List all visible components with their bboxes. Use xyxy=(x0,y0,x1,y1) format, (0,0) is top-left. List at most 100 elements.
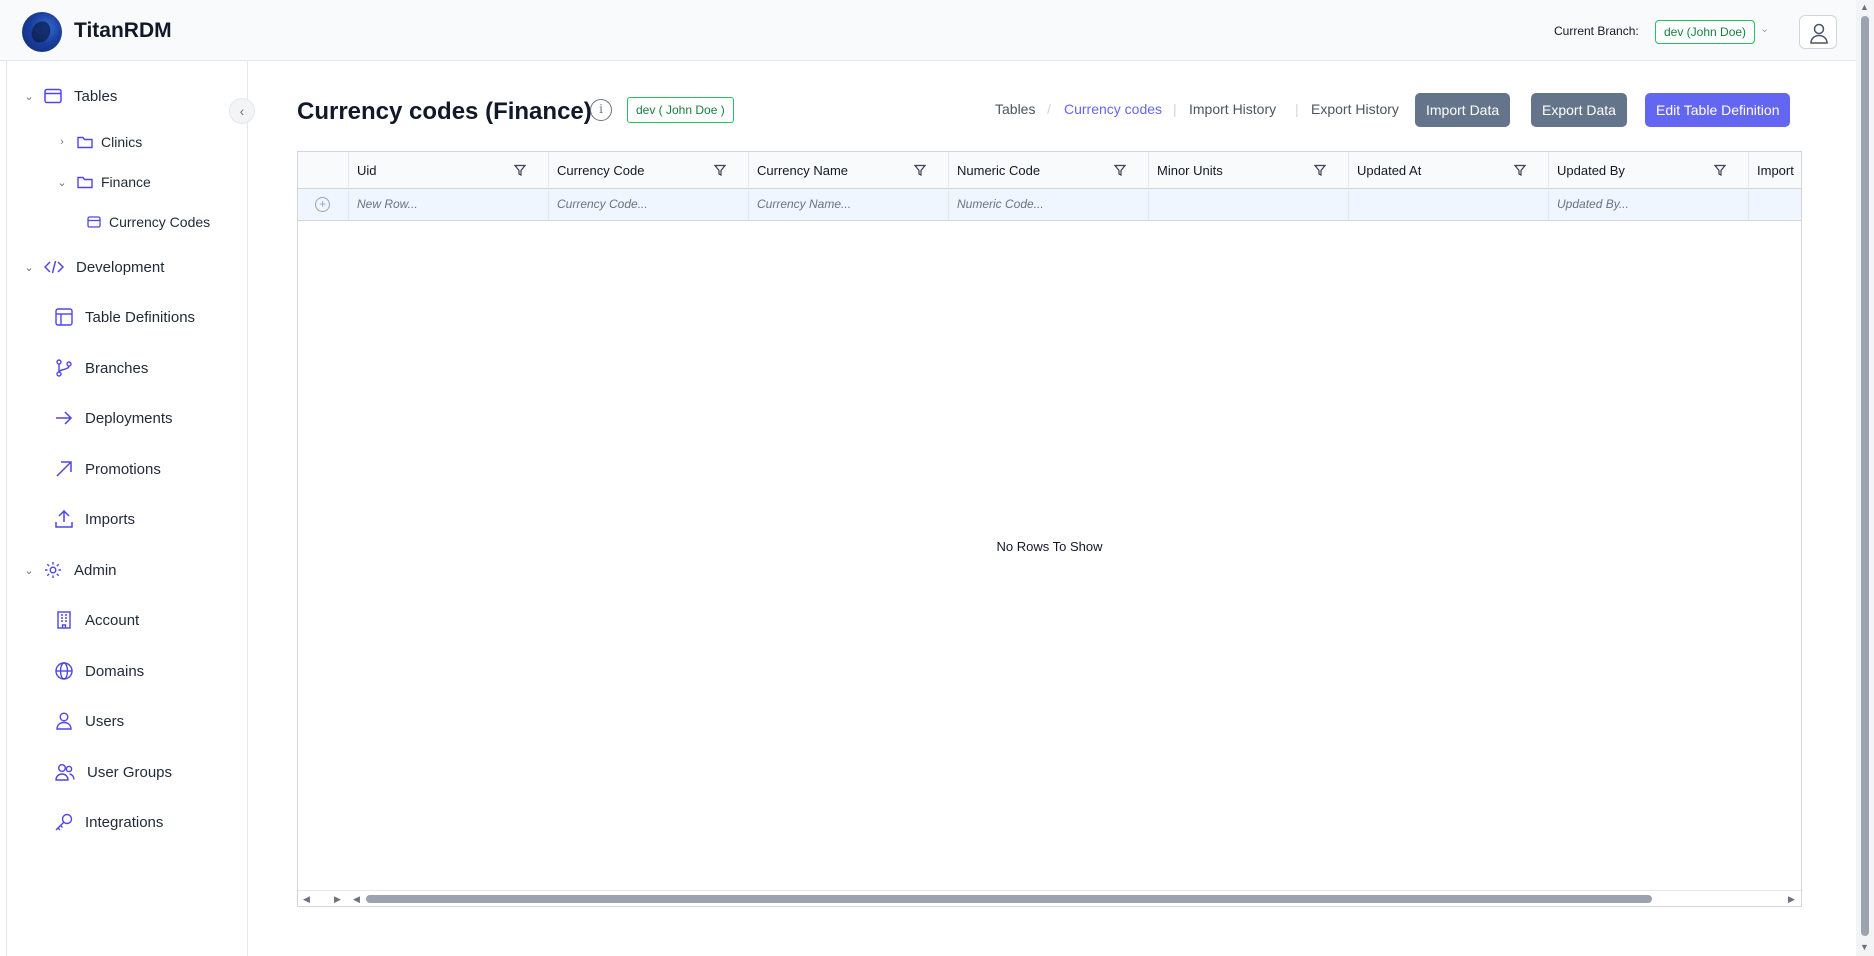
column-header-numeric-code[interactable]: Numeric Code xyxy=(948,152,1148,189)
current-branch-label: Current Branch: xyxy=(1554,24,1639,38)
sidebar-item-label: Account xyxy=(85,611,140,629)
sidebar-item-label: Promotions xyxy=(85,460,161,478)
column-header-updated-by[interactable]: Updated By xyxy=(1548,152,1748,189)
arrow-right-icon xyxy=(56,411,73,425)
filter-icon[interactable] xyxy=(714,164,726,176)
upload-icon xyxy=(55,510,73,528)
sidebar-item-account[interactable]: Account xyxy=(55,610,139,630)
sidebar-item-label: Imports xyxy=(85,510,136,528)
sidebar-item-promotions[interactable]: Promotions xyxy=(55,459,161,479)
add-row-cell[interactable]: + xyxy=(298,189,348,220)
chevron-down-icon: ⌄ xyxy=(24,261,34,274)
sidebar-item-clinics[interactable]: › Clinics xyxy=(55,132,142,152)
column-header-label: Uid xyxy=(357,163,377,178)
sidebar-item-label: Table Definitions xyxy=(85,308,196,326)
sidebar-group-admin[interactable]: ⌄ Admin xyxy=(22,560,116,580)
column-header-currency-code[interactable]: Currency Code xyxy=(548,152,748,189)
folder-icon xyxy=(77,176,93,189)
window-scrollbar[interactable]: ▲ ▼ xyxy=(1856,0,1874,956)
collapse-sidebar-button[interactable]: ‹ xyxy=(229,98,255,124)
sidebar-item-user-groups[interactable]: User Groups xyxy=(55,762,172,782)
chevron-down-icon: ⌄ xyxy=(24,564,34,577)
data-grid: Uid Currency Code Currency Name Numeric … xyxy=(297,151,1802,907)
filter-icon[interactable] xyxy=(1714,164,1726,176)
sidebar-item-label: Clinics xyxy=(101,134,143,150)
scroll-left-icon[interactable]: ◀ xyxy=(303,894,310,905)
app-logo[interactable] xyxy=(22,12,62,52)
filter-icon[interactable] xyxy=(1514,164,1526,176)
user-icon xyxy=(1810,23,1828,44)
scroll-right-icon[interactable]: ▶ xyxy=(1788,894,1795,905)
filter-icon[interactable] xyxy=(1314,164,1326,176)
new-row-numeric-code-input[interactable]: Numeric Code... xyxy=(948,189,1148,220)
new-row-import-input[interactable] xyxy=(1748,189,1801,220)
scrollbar-thumb[interactable] xyxy=(1861,16,1869,936)
filter-icon[interactable] xyxy=(1114,164,1126,176)
user-menu-button[interactable] xyxy=(1799,15,1837,49)
table-icon xyxy=(87,216,101,228)
scrollbar-thumb[interactable] xyxy=(366,895,1652,903)
building-icon xyxy=(57,611,71,629)
column-header-label: Updated At xyxy=(1357,163,1422,178)
sidebar-item-integrations[interactable]: Integrations xyxy=(55,812,163,832)
column-header-label: Updated By xyxy=(1557,163,1625,178)
sidebar-item-table-definitions[interactable]: Table Definitions xyxy=(55,307,195,327)
sidebar-group-tables[interactable]: ⌄ Tables xyxy=(22,86,117,106)
breadcrumb-currency-codes[interactable]: Currency codes xyxy=(1064,101,1162,117)
sidebar-item-domains[interactable]: Domains xyxy=(55,661,144,681)
chevron-down-icon: ⌄ xyxy=(24,90,34,103)
new-row-uid-input[interactable]: New Row... xyxy=(348,189,548,220)
new-row-updated-at-input[interactable] xyxy=(1348,189,1548,220)
folder-icon xyxy=(77,136,93,149)
sidebar-item-imports[interactable]: Imports xyxy=(55,509,135,529)
column-header-currency-name[interactable]: Currency Name xyxy=(748,152,948,189)
scroll-down-icon[interactable]: ▼ xyxy=(1860,942,1869,952)
breadcrumb-separator: / xyxy=(1047,101,1051,117)
sidebar-item-deployments[interactable]: Deployments xyxy=(55,408,173,428)
sidebar-item-label: Currency Codes xyxy=(109,214,211,230)
sidebar-item-branches[interactable]: Branches xyxy=(55,358,148,378)
filter-icon[interactable] xyxy=(914,164,926,176)
plus-circle-icon[interactable]: + xyxy=(315,197,330,212)
info-icon[interactable]: i xyxy=(590,99,612,121)
filter-icon[interactable] xyxy=(514,164,526,176)
gear-icon xyxy=(45,562,61,578)
sidebar-item-currency-codes[interactable]: Currency Codes xyxy=(87,212,210,232)
scroll-left-icon[interactable]: ◀ xyxy=(353,894,360,905)
horizontal-scrollbar[interactable]: ◀ ▶ ◀ ▶ xyxy=(298,890,1801,906)
new-row-currency-code-input[interactable]: Currency Code... xyxy=(548,189,748,220)
sidebar-item-label: Finance xyxy=(101,174,151,190)
chevron-down-icon[interactable]: ⌄ xyxy=(1760,22,1774,36)
new-row-currency-name-input[interactable]: Currency Name... xyxy=(748,189,948,220)
breadcrumb-tables[interactable]: Tables xyxy=(995,101,1035,117)
code-icon xyxy=(44,260,64,274)
export-data-button[interactable]: Export Data xyxy=(1531,93,1627,127)
app-title[interactable]: TitanRDM xyxy=(74,19,172,43)
import-data-button[interactable]: Import Data xyxy=(1415,93,1511,127)
column-header-import[interactable]: Import xyxy=(1748,152,1801,189)
scroll-up-icon[interactable]: ▲ xyxy=(1860,2,1869,12)
tab-export-history[interactable]: Export History xyxy=(1311,101,1399,117)
column-header-updated-at[interactable]: Updated At xyxy=(1348,152,1548,189)
sidebar-item-label: Branches xyxy=(85,359,149,377)
edit-table-definition-button[interactable]: Edit Table Definition xyxy=(1645,93,1791,127)
sidebar-item-finance[interactable]: ⌄ Finance xyxy=(55,172,151,192)
table-layout-icon xyxy=(55,308,73,326)
new-row-updated-by-input[interactable]: Updated By... xyxy=(1548,189,1748,220)
sidebar-item-users[interactable]: Users xyxy=(55,711,124,731)
breadcrumb-separator: | xyxy=(1295,101,1299,117)
user-icon xyxy=(56,712,72,730)
column-header-uid[interactable]: Uid xyxy=(348,152,548,189)
sidebar-group-label: Tables xyxy=(74,87,118,105)
grid-header: Uid Currency Code Currency Name Numeric … xyxy=(298,152,1801,189)
new-row[interactable]: + New Row... Currency Code... Currency N… xyxy=(298,189,1801,221)
sidebar-group-development[interactable]: ⌄ Development xyxy=(22,257,164,277)
column-header-minor-units[interactable]: Minor Units xyxy=(1148,152,1348,189)
current-branch-badge[interactable]: dev (John Doe) xyxy=(1655,20,1756,44)
tab-import-history[interactable]: Import History xyxy=(1189,101,1276,117)
key-icon xyxy=(55,813,73,831)
new-row-minor-units-input[interactable] xyxy=(1148,189,1348,220)
chevron-right-icon: › xyxy=(60,136,64,148)
scroll-right-icon[interactable]: ▶ xyxy=(334,894,341,905)
branch-badge: dev ( John Doe ) xyxy=(627,97,734,123)
